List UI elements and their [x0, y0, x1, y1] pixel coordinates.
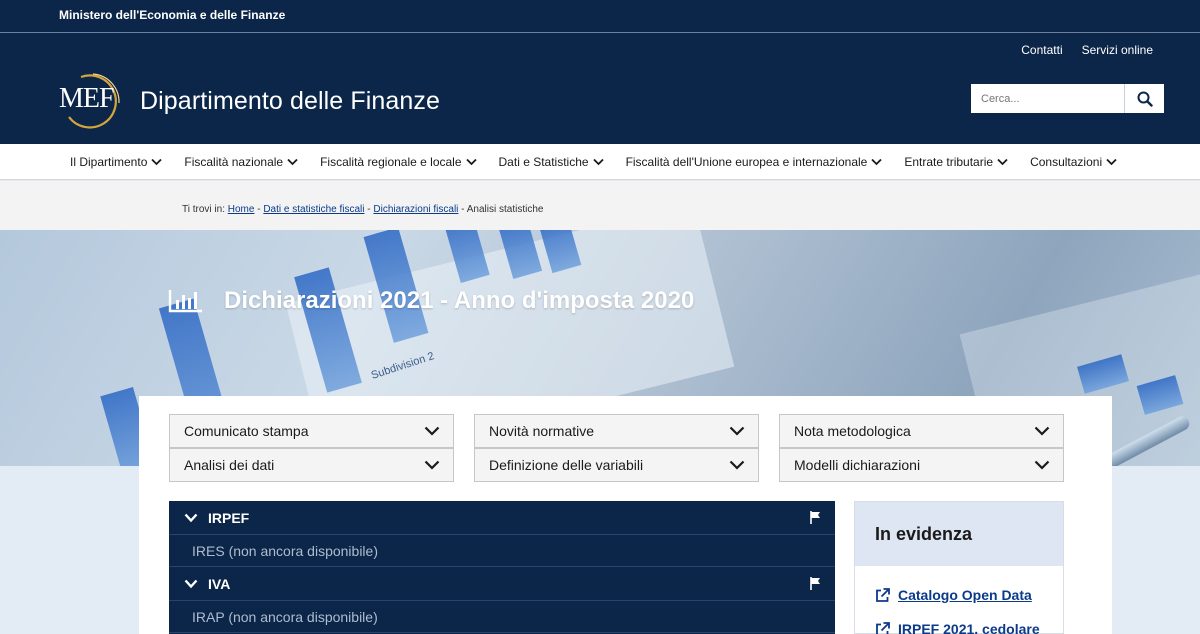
- breadcrumb: Ti trovi in: Home - Dati e statistiche f…: [182, 204, 544, 215]
- chevron-down-icon: [465, 158, 477, 165]
- mef-logo[interactable]: MEF: [59, 71, 123, 129]
- catalogo-open-data-link[interactable]: Catalogo Open Data: [875, 587, 1032, 603]
- chevron-down-icon: [592, 158, 604, 165]
- accordion-comunicato-stampa[interactable]: Comunicato stampa: [169, 414, 454, 448]
- ministry-name[interactable]: Ministero dell'Economia e delle Finanze: [59, 8, 285, 22]
- chevron-down-icon: [424, 426, 440, 436]
- external-link-icon: [876, 621, 890, 634]
- page-title-row: Dichiarazioni 2021 - Anno d'imposta 2020: [168, 287, 694, 315]
- in-evidenza-heading: In evidenza: [855, 502, 1063, 566]
- chevron-down-icon: [151, 158, 163, 165]
- accordion-novita-normative[interactable]: Novità normative: [474, 414, 759, 448]
- in-evidenza-box: In evidenza Catalogo Open Data IRPEF 202…: [854, 501, 1064, 634]
- list-item-iva[interactable]: IVA: [169, 567, 835, 601]
- tax-list: IRPEF IRES (non ancora disponibile) IVA …: [169, 501, 835, 634]
- content-panel: Comunicato stampa Novità normative Nota …: [139, 396, 1112, 634]
- breadcrumb-prefix: Ti trovi in:: [182, 204, 225, 215]
- chevron-down-icon: [184, 513, 198, 522]
- chevron-down-icon: [287, 158, 298, 165]
- nav-item-consultazioni[interactable]: Consultazioni: [1030, 155, 1117, 169]
- chevron-down-icon: [729, 426, 745, 436]
- external-link-icon: [876, 587, 890, 602]
- servizi-online-link[interactable]: Servizi online: [1082, 43, 1153, 57]
- page-title: Dichiarazioni 2021 - Anno d'imposta 2020: [224, 287, 695, 314]
- search-button[interactable]: [1124, 84, 1164, 113]
- header-links: Contatti Servizi online: [1021, 43, 1153, 57]
- chevron-down-icon: [997, 158, 1008, 165]
- bar-chart-icon: [168, 290, 202, 313]
- contatti-link[interactable]: Contatti: [1021, 43, 1062, 57]
- chevron-down-icon: [1106, 158, 1117, 165]
- list-item-irap[interactable]: IRAP (non ancora disponibile): [169, 601, 835, 633]
- nav-item-dipartimento[interactable]: Il Dipartimento: [70, 155, 163, 169]
- logo-text: MEF: [59, 83, 115, 114]
- search-icon: [1137, 91, 1153, 107]
- irpef-2021-cedolare-link[interactable]: IRPEF 2021, cedolare: [875, 621, 1040, 634]
- nav-item-dati-statistiche[interactable]: Dati e Statistiche: [499, 155, 604, 169]
- chevron-down-icon: [184, 579, 198, 588]
- breadcrumb-dichiarazioni[interactable]: Dichiarazioni fiscali: [373, 204, 458, 215]
- accordion-modelli-dichiarazioni[interactable]: Modelli dichiarazioni: [779, 448, 1064, 482]
- nav-item-fiscalita-regionale[interactable]: Fiscalità regionale e locale: [320, 155, 477, 169]
- breadcrumb-dati-statistiche[interactable]: Dati e statistiche fiscali: [263, 204, 364, 215]
- site-title[interactable]: Dipartimento delle Finanze: [140, 87, 440, 116]
- chevron-down-icon: [729, 460, 745, 470]
- breadcrumb-bar: Ti trovi in: Home - Dati e statistiche f…: [0, 181, 1200, 230]
- site-header: Contatti Servizi online MEF Dipartimento…: [0, 33, 1200, 144]
- list-item-ires[interactable]: IRES (non ancora disponibile): [169, 535, 835, 567]
- breadcrumb-current: Analisi statistiche: [466, 204, 544, 215]
- chevron-down-icon: [424, 460, 440, 470]
- flag-icon: [810, 511, 820, 524]
- breadcrumb-home[interactable]: Home: [228, 204, 255, 215]
- accordion-nota-metodologica[interactable]: Nota metodologica: [779, 414, 1064, 448]
- nav-item-fiscalita-ue[interactable]: Fiscalità dell'Unione europea e internaz…: [626, 155, 883, 169]
- nav-item-fiscalita-nazionale[interactable]: Fiscalità nazionale: [184, 155, 298, 169]
- main-nav: Il Dipartimento Fiscalità nazionale Fisc…: [0, 144, 1200, 180]
- list-item-irpef[interactable]: IRPEF: [169, 501, 835, 535]
- search-input[interactable]: [971, 84, 1124, 113]
- ministry-bar: Ministero dell'Economia e delle Finanze: [0, 0, 1200, 33]
- chevron-down-icon: [1034, 426, 1050, 436]
- accordion-definizione-variabili[interactable]: Definizione delle variabili: [474, 448, 759, 482]
- chevron-down-icon: [1034, 460, 1050, 470]
- flag-icon: [810, 577, 820, 590]
- nav-item-entrate-tributarie[interactable]: Entrate tributarie: [904, 155, 1008, 169]
- accordion-analisi-dati[interactable]: Analisi dei dati: [169, 448, 454, 482]
- search-box: [971, 84, 1164, 113]
- chevron-down-icon: [871, 158, 882, 165]
